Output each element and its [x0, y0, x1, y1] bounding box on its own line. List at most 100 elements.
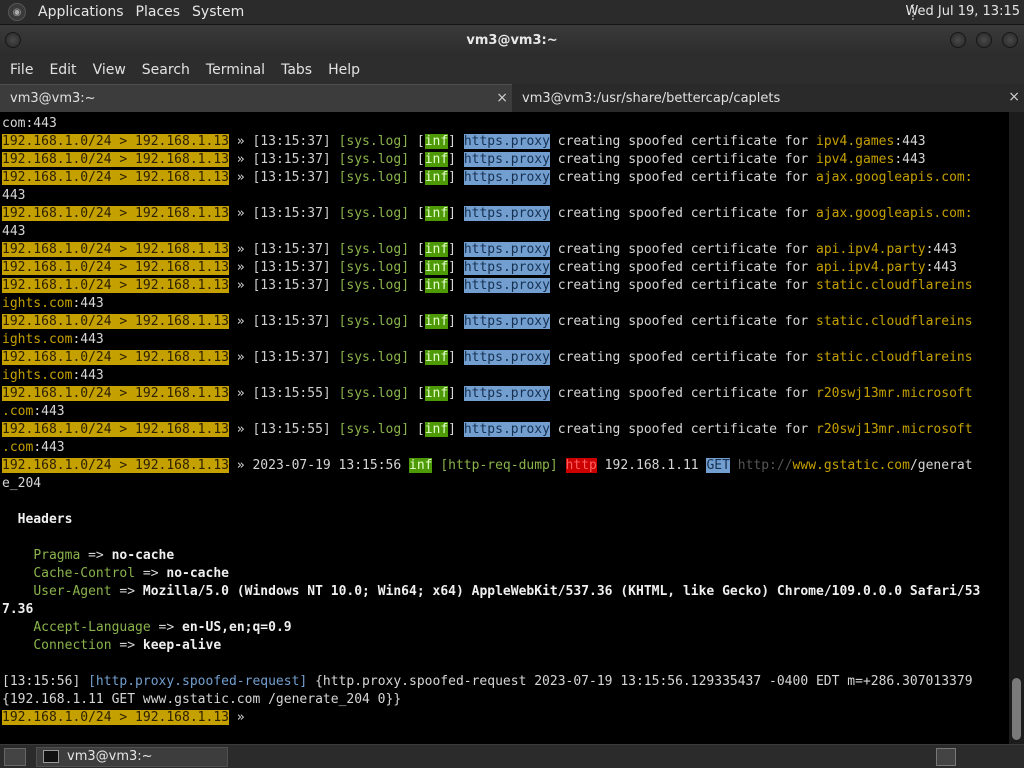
- prompt-network: 192.168.1.0/24 > 192.168.1.13: [2, 170, 229, 185]
- terminal-text: »: [228, 170, 253, 185]
- terminal-icon: [43, 750, 59, 763]
- workspace-switcher-icon[interactable]: [936, 748, 956, 766]
- terminal-text: [: [409, 350, 425, 365]
- log-host: ights.com: [2, 368, 73, 383]
- menu-search[interactable]: Search: [142, 62, 190, 78]
- terminal-text: »: [228, 242, 253, 257]
- close-icon[interactable]: [1002, 32, 1018, 48]
- menu-view[interactable]: View: [93, 62, 126, 78]
- header-row: Pragma => no-cache: [2, 547, 1009, 565]
- system-menu[interactable]: System: [192, 4, 244, 20]
- places-menu[interactable]: Places: [136, 4, 181, 20]
- header-key: Accept-Language: [33, 620, 151, 635]
- tab-caplets[interactable]: vm3@vm3:/usr/share/bettercap/caplets ×: [512, 84, 1024, 112]
- log-host: ipv4.games: [816, 134, 895, 149]
- log-module-badge: https.proxy: [463, 350, 550, 365]
- log-level-badge: inf: [424, 242, 449, 257]
- log-level-badge: inf: [424, 386, 449, 401]
- log-module-badge: https.proxy: [463, 278, 550, 293]
- dump-line: 192.168.1.0/24 > 192.168.1.13 » 2023-07-…: [2, 457, 1009, 475]
- terminal-text: creating spoofed certificate for: [549, 422, 817, 437]
- prompt-network: 192.168.1.0/24 > 192.168.1.13: [2, 242, 229, 257]
- headers-title-text: Headers: [2, 512, 73, 527]
- log-source: [sys.log]: [338, 152, 410, 167]
- log-host: .com: [2, 440, 34, 455]
- terminal-text: {http.proxy.spoofed-request 2023-07-19 1…: [307, 674, 973, 689]
- terminal-text: creating spoofed certificate for: [549, 170, 817, 185]
- terminal-text: :443: [33, 440, 65, 455]
- log-time: [13:15:37]: [252, 206, 331, 221]
- terminal-text: »: [228, 206, 253, 221]
- log-line: 192.168.1.0/24 > 192.168.1.13 » [13:15:3…: [2, 151, 1009, 169]
- log-host: r20swj13mr.microsoft: [816, 422, 973, 437]
- tab-close-icon[interactable]: ×: [496, 90, 508, 106]
- menu-help[interactable]: Help: [328, 62, 360, 78]
- menu-file[interactable]: File: [10, 62, 33, 78]
- window-menu-icon[interactable]: [5, 32, 21, 48]
- terminal-text: ]: [448, 170, 464, 185]
- log-module-badge: https.proxy: [463, 422, 550, 437]
- menu-tabs[interactable]: Tabs: [281, 62, 312, 78]
- maximize-icon[interactable]: [976, 32, 992, 48]
- prompt-network: 192.168.1.0/24 > 192.168.1.13: [2, 278, 229, 293]
- log-module-badge: https.proxy: [463, 314, 550, 329]
- menu-terminal[interactable]: Terminal: [206, 62, 265, 78]
- scrollbar-thumb[interactable]: [1012, 678, 1021, 740]
- applications-menu-icon[interactable]: ◉: [8, 3, 26, 21]
- tab-bar: vm3@vm3:~ × vm3@vm3:/usr/share/bettercap…: [0, 84, 1024, 112]
- log-level-badge: inf: [424, 134, 449, 149]
- log-time: [13:15:37]: [252, 260, 331, 275]
- terminal-text: [: [409, 152, 425, 167]
- taskbar-item-terminal[interactable]: vm3@vm3:~: [36, 746, 228, 767]
- log-line: 192.168.1.0/24 > 192.168.1.13 » [13:15:3…: [2, 259, 1009, 277]
- log-level-badge: inf: [424, 278, 449, 293]
- terminal-text: 443: [2, 188, 26, 203]
- log-level-badge: inf: [424, 314, 449, 329]
- log-level-badge: inf: [424, 152, 449, 167]
- log-source: [sys.log]: [338, 314, 410, 329]
- terminal-text: creating spoofed certificate for: [549, 386, 817, 401]
- menu-edit[interactable]: Edit: [49, 62, 76, 78]
- log-host: r20swj13mr.microsoft: [816, 386, 973, 401]
- terminal-text: e_204: [2, 476, 42, 491]
- terminal-scrollbar[interactable]: [1009, 112, 1024, 744]
- header-key: User-Agent: [33, 584, 112, 599]
- header-value: 7.36: [2, 602, 34, 617]
- applications-menu[interactable]: Applications: [38, 4, 124, 20]
- show-desktop-icon[interactable]: [4, 747, 26, 766]
- window-titlebar[interactable]: vm3@vm3:~: [0, 25, 1024, 55]
- prompt-network: 192.168.1.0/24 > 192.168.1.13: [2, 458, 229, 473]
- terminal-output[interactable]: com:443 192.168.1.0/24 > 192.168.1.13 » […: [0, 112, 1009, 744]
- terminal-text: » 2023-07-19 13:15:56: [228, 458, 409, 473]
- log-line: 192.168.1.0/24 > 192.168.1.13 » [13:15:3…: [2, 313, 1009, 331]
- log-module-badge: https.proxy: [463, 206, 550, 221]
- terminal-text: creating spoofed certificate for: [549, 314, 817, 329]
- log-time: [13:15:37]: [252, 134, 331, 149]
- terminal-text: :443: [33, 404, 65, 419]
- header-value: no-cache: [166, 566, 229, 581]
- method-badge: GET: [706, 458, 730, 473]
- log-module-badge: https.proxy: [463, 386, 550, 401]
- terminal-text: ]: [448, 350, 464, 365]
- log-host: ights.com: [2, 296, 73, 311]
- minimize-icon[interactable]: [950, 32, 966, 48]
- header-value: keep-alive: [142, 638, 222, 653]
- terminal-text: ]: [448, 206, 464, 221]
- prompt-network: 192.168.1.0/24 > 192.168.1.13: [2, 710, 229, 725]
- proto-badge: http: [565, 458, 597, 473]
- clock[interactable]: Wed Jul 19, 13:15: [905, 4, 1020, 19]
- log-line-wrap: 443: [2, 223, 1009, 241]
- prompt-network: 192.168.1.0/24 > 192.168.1.13: [2, 422, 229, 437]
- log-source: [sys.log]: [338, 386, 410, 401]
- menu-bar: File Edit View Search Terminal Tabs Help: [0, 55, 1024, 84]
- tab-home[interactable]: vm3@vm3:~ ×: [0, 84, 512, 112]
- log-line-wrap: ights.com:443: [2, 295, 1009, 313]
- tab-close-icon[interactable]: ×: [1008, 89, 1020, 105]
- log-line-wrap: 443: [2, 187, 1009, 205]
- header-value: no-cache: [111, 548, 175, 563]
- terminal-text: =>: [135, 566, 167, 581]
